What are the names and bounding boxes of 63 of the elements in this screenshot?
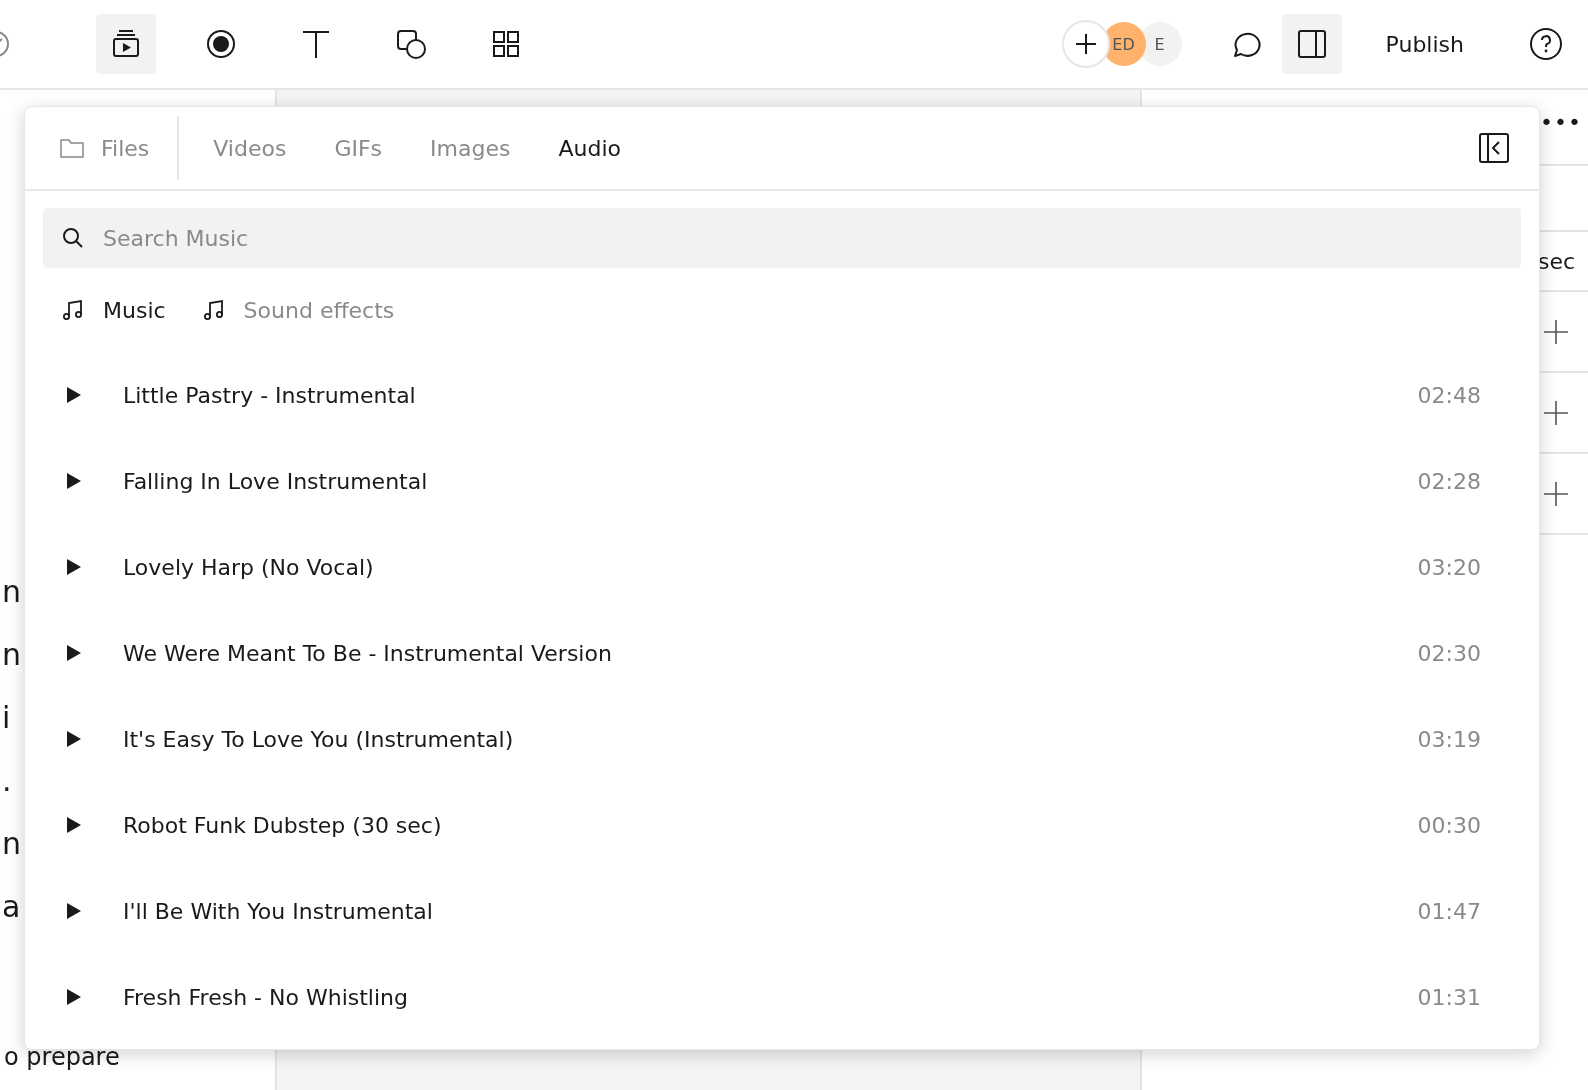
track-duration: 02:28 <box>1417 468 1481 494</box>
collapse-panel-icon <box>1479 133 1509 163</box>
body-text: n <box>1 636 22 674</box>
plus-icon <box>1543 318 1569 345</box>
body-text: a <box>1 888 22 926</box>
body-text: i <box>1 699 12 737</box>
track-title[interactable]: Robot Funk Dubstep (30 sec) <box>123 812 442 838</box>
track-duration: 02:48 <box>1417 382 1481 408</box>
track-duration: 02:30 <box>1417 640 1481 666</box>
body-text: n <box>1 573 22 611</box>
track-title[interactable]: We Were Meant To Be - Instrumental Version <box>123 640 612 666</box>
grid-icon <box>490 28 522 60</box>
music-note-icon <box>61 298 85 322</box>
shapes-icon <box>395 28 427 60</box>
media-tab[interactable]: Audio <box>558 135 621 161</box>
play-button[interactable] <box>65 730 83 748</box>
text-icon <box>300 28 332 60</box>
category-tab[interactable]: Music <box>61 297 166 323</box>
media-icon <box>110 28 142 60</box>
record-icon <box>205 28 237 60</box>
plus-icon <box>1073 32 1098 56</box>
body-text: . <box>1 762 13 800</box>
play-icon <box>65 386 83 404</box>
track-duration: 00:30 <box>1417 812 1481 838</box>
play-icon <box>65 730 83 748</box>
play-icon <box>65 902 83 920</box>
play-button[interactable] <box>65 472 83 490</box>
plus-icon <box>1543 480 1569 507</box>
play-icon <box>65 558 83 576</box>
track-title[interactable]: Falling In Love Instrumental <box>123 468 428 494</box>
track-duration: 01:31 <box>1417 984 1481 1010</box>
play-button[interactable] <box>65 816 83 834</box>
track-duration: 03:19 <box>1417 726 1481 752</box>
play-icon <box>65 988 83 1006</box>
body-text: o prepare <box>3 1042 121 1072</box>
add-button[interactable] <box>1061 20 1110 68</box>
play-button[interactable] <box>65 902 83 920</box>
more-options-button[interactable]: ••• <box>1540 110 1588 146</box>
plus-icon <box>1543 399 1569 426</box>
music-note-icon <box>201 298 226 322</box>
play-icon <box>65 816 83 834</box>
play-icon <box>65 472 83 490</box>
play-button[interactable] <box>65 644 83 662</box>
play-button[interactable] <box>65 558 83 576</box>
folder-icon <box>59 137 85 159</box>
track-duration: 01:47 <box>1417 898 1481 924</box>
track-title[interactable]: Lovely Harp (No Vocal) <box>123 554 374 580</box>
track-title[interactable]: Fresh Fresh - No Whistling <box>123 984 408 1010</box>
body-text: n <box>1 825 22 863</box>
search-field[interactable]: Search Music <box>43 208 1521 268</box>
help-icon <box>1529 27 1563 61</box>
play-button[interactable] <box>65 988 83 1006</box>
sidebar-icon <box>1296 29 1327 59</box>
play-button[interactable] <box>65 386 83 404</box>
play-icon <box>65 644 83 662</box>
collapse-button[interactable] <box>1479 133 1509 163</box>
tool-button[interactable] <box>96 14 156 74</box>
track-title[interactable]: I'll Be With You Instrumental <box>123 898 433 924</box>
track-title[interactable]: Little Pastry - Instrumental <box>123 382 416 408</box>
track-title[interactable]: It's Easy To Love You (Instrumental) <box>123 726 514 752</box>
publish-button[interactable]: Publish <box>1361 21 1488 67</box>
track-duration: 03:20 <box>1417 554 1481 580</box>
panel-toggle-button[interactable] <box>1281 14 1342 74</box>
